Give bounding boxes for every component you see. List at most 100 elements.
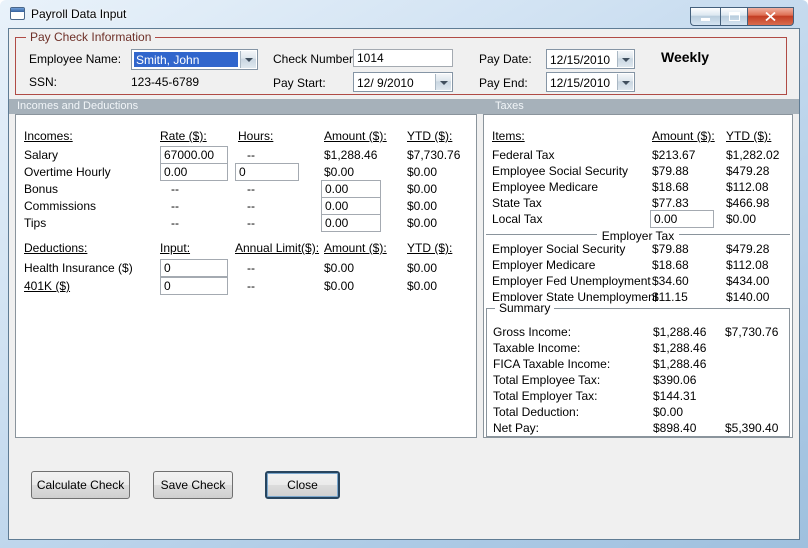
taxes-header-ytd: YTD ($): [726, 129, 772, 143]
pay-date-value: 12/15/2010 [550, 53, 611, 66]
tips-label: Tips [24, 216, 47, 230]
state-tax-ytd: $466.98 [726, 196, 770, 210]
overtime-rate-input[interactable] [160, 163, 228, 181]
close-button[interactable]: Close [265, 471, 340, 499]
employer-medicare-ytd: $112.08 [726, 258, 769, 272]
employer-ss-label: Employer Social Security [492, 242, 626, 256]
total-employer-tax-amount: $144.31 [653, 389, 697, 403]
deductions-header-name: Deductions: [24, 241, 88, 255]
overtime-hours-input[interactable] [235, 163, 299, 181]
salary-amount-value: $1,288.46 [324, 148, 378, 162]
commissions-amount-input[interactable] [321, 197, 381, 215]
bonus-rate-value: -- [171, 182, 179, 196]
caption-buttons [690, 7, 794, 26]
window-title: Payroll Data Input [31, 7, 127, 21]
health-insurance-input[interactable] [160, 259, 228, 277]
employer-medicare-amount: $18.68 [652, 258, 689, 272]
deductions-header-input: Input: [160, 241, 191, 255]
k401-link[interactable]: 401K ($) [24, 279, 70, 293]
bonus-amount-input[interactable] [321, 180, 381, 198]
maximize-button[interactable] [720, 7, 748, 26]
employer-medicare-label: Employer Medicare [492, 258, 596, 272]
total-deduction-label: Total Deduction: [493, 405, 580, 419]
pay-end-dropdown-button[interactable] [617, 74, 633, 90]
salary-rate-input[interactable] [160, 146, 228, 164]
save-check-button[interactable]: Save Check [153, 471, 233, 499]
employee-name-label: Employee Name: [29, 52, 122, 66]
tips-amount-input[interactable] [321, 214, 381, 232]
chevron-down-icon [245, 58, 253, 62]
taxes-header-amount: Amount ($): [652, 129, 715, 143]
taxable-income-amount: $1,288.46 [653, 341, 707, 355]
window: Payroll Data Input Pay Check Information… [0, 0, 808, 548]
employer-state-unemployment-ytd: $140.00 [726, 290, 770, 304]
deductions-header-amount: Amount ($): [324, 241, 387, 255]
chevron-down-icon [622, 58, 630, 62]
tips-ytd-value: $0.00 [407, 216, 438, 230]
chevron-down-icon [440, 81, 448, 85]
calculate-check-button[interactable]: Calculate Check [31, 471, 130, 499]
local-tax-label: Local Tax [492, 212, 543, 226]
health-insurance-ytd-value: $0.00 [407, 261, 438, 275]
employee-medicare-ytd: $112.08 [726, 180, 769, 194]
commissions-ytd-value: $0.00 [407, 199, 438, 213]
pay-end-value: 12/15/2010 [550, 76, 611, 89]
pay-end-picker[interactable]: 12/15/2010 [546, 72, 635, 92]
employer-ss-amount: $79.88 [652, 242, 689, 256]
taxable-income-label: Taxable Income: [493, 341, 581, 355]
k401-input[interactable] [160, 277, 228, 295]
pay-date-picker[interactable]: 12/15/2010 [546, 49, 635, 69]
employer-fed-unemployment-ytd: $434.00 [726, 274, 770, 288]
incomes-section-title: Incomes and Deductions [17, 100, 139, 112]
total-employee-tax-amount: $390.06 [653, 373, 697, 387]
total-employer-tax-label: Total Employer Tax: [493, 389, 598, 403]
maximize-icon [728, 12, 740, 21]
federal-tax-amount: $213.67 [652, 148, 696, 162]
minimize-button[interactable] [690, 7, 720, 26]
k401-ytd-value: $0.00 [407, 279, 438, 293]
employee-ss-ytd: $479.28 [726, 164, 770, 178]
incomes-header-name: Incomes: [24, 129, 73, 143]
check-number-input[interactable] [353, 49, 453, 67]
close-window-button[interactable] [748, 7, 794, 26]
state-tax-label: State Tax [492, 196, 542, 210]
fica-taxable-income-amount: $1,288.46 [653, 357, 707, 371]
employee-name-select[interactable]: Smith, John [131, 49, 258, 70]
incomes-header-amount: Amount ($): [324, 129, 387, 143]
employer-tax-header: Employer Tax [596, 229, 680, 243]
local-tax-input[interactable] [650, 210, 714, 228]
ssn-label: SSN: [29, 75, 58, 89]
salary-ytd-value: $7,730.76 [407, 148, 461, 162]
tips-rate-value: -- [171, 216, 179, 230]
federal-tax-ytd: $1,282.02 [726, 148, 780, 162]
local-tax-ytd: $0.00 [726, 212, 757, 226]
employee-name-value: Smith, John [134, 52, 238, 67]
pay-date-dropdown-button[interactable] [617, 51, 633, 67]
pay-start-dropdown-button[interactable] [435, 74, 451, 90]
deductions-header-ytd: YTD ($): [407, 241, 453, 255]
overtime-label: Overtime Hourly [24, 165, 111, 179]
salary-hours-value: -- [247, 148, 255, 162]
ssn-value: 123-45-6789 [131, 75, 200, 89]
minimize-icon [700, 18, 710, 21]
pay-start-value: 12/ 9/2010 [357, 76, 414, 89]
title-bar[interactable]: Payroll Data Input [0, 0, 808, 28]
employee-name-dropdown-button[interactable] [240, 51, 256, 68]
paycheck-info-legend: Pay Check Information [26, 30, 156, 44]
employer-fed-unemployment-label: Employer Fed Unemployment [492, 274, 651, 288]
taxes-section-title: Taxes [495, 100, 524, 112]
incomes-header-rate: Rate ($): [160, 129, 207, 143]
check-number-label: Check Number: [273, 52, 357, 66]
section-header-bar: Incomes and Deductions Taxes [9, 99, 799, 114]
employee-medicare-amount: $18.68 [652, 180, 689, 194]
tips-hours-value: -- [247, 216, 255, 230]
employer-state-unemployment-amount: $11.15 [652, 290, 688, 304]
total-deduction-amount: $0.00 [653, 405, 684, 419]
app-icon [10, 7, 25, 20]
pay-start-picker[interactable]: 12/ 9/2010 [353, 72, 453, 92]
salary-label: Salary [24, 148, 59, 162]
health-insurance-label: Health Insurance ($) [24, 261, 133, 275]
k401-amount-value: $0.00 [324, 279, 355, 293]
employer-fed-unemployment-amount: $34.60 [652, 274, 689, 288]
incomes-deductions-panel: Incomes: Rate ($): Hours: Amount ($): YT… [15, 114, 477, 438]
